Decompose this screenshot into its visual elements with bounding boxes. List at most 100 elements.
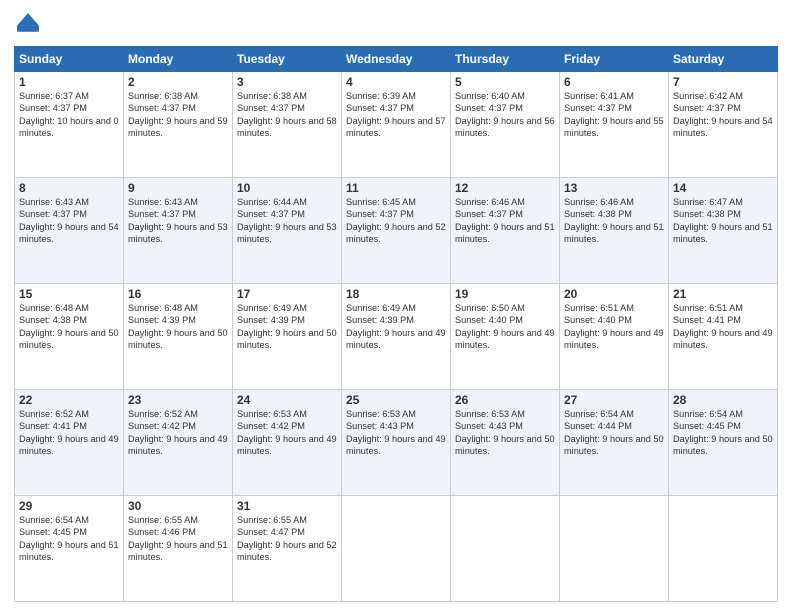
day-number: 17 [237, 287, 337, 301]
day-cell-28: 28 Sunrise: 6:54 AMSunset: 4:45 PMDaylig… [669, 390, 778, 496]
day-number: 24 [237, 393, 337, 407]
week-row-3: 15 Sunrise: 6:48 AMSunset: 4:38 PMDaylig… [15, 284, 778, 390]
day-info: Sunrise: 6:53 AMSunset: 4:42 PMDaylight:… [237, 409, 337, 456]
day-info: Sunrise: 6:54 AMSunset: 4:44 PMDaylight:… [564, 409, 664, 456]
day-number: 12 [455, 181, 555, 195]
day-number: 6 [564, 75, 664, 89]
day-info: Sunrise: 6:50 AMSunset: 4:40 PMDaylight:… [455, 303, 555, 350]
day-info: Sunrise: 6:48 AMSunset: 4:39 PMDaylight:… [128, 303, 228, 350]
empty-cell [342, 496, 451, 602]
day-number: 27 [564, 393, 664, 407]
day-info: Sunrise: 6:52 AMSunset: 4:42 PMDaylight:… [128, 409, 228, 456]
day-cell-5: 5 Sunrise: 6:40 AMSunset: 4:37 PMDayligh… [451, 72, 560, 178]
day-cell-13: 13 Sunrise: 6:46 AMSunset: 4:38 PMDaylig… [560, 178, 669, 284]
day-info: Sunrise: 6:54 AMSunset: 4:45 PMDaylight:… [19, 515, 119, 562]
day-info: Sunrise: 6:53 AMSunset: 4:43 PMDaylight:… [455, 409, 555, 456]
day-cell-30: 30 Sunrise: 6:55 AMSunset: 4:46 PMDaylig… [124, 496, 233, 602]
day-cell-12: 12 Sunrise: 6:46 AMSunset: 4:37 PMDaylig… [451, 178, 560, 284]
day-info: Sunrise: 6:44 AMSunset: 4:37 PMDaylight:… [237, 197, 337, 244]
logo [14, 10, 46, 38]
day-number: 4 [346, 75, 446, 89]
day-cell-19: 19 Sunrise: 6:50 AMSunset: 4:40 PMDaylig… [451, 284, 560, 390]
day-cell-23: 23 Sunrise: 6:52 AMSunset: 4:42 PMDaylig… [124, 390, 233, 496]
weekday-header-friday: Friday [560, 47, 669, 72]
day-info: Sunrise: 6:49 AMSunset: 4:39 PMDaylight:… [237, 303, 337, 350]
calendar-table: SundayMondayTuesdayWednesdayThursdayFrid… [14, 46, 778, 602]
day-info: Sunrise: 6:54 AMSunset: 4:45 PMDaylight:… [673, 409, 773, 456]
calendar-page: SundayMondayTuesdayWednesdayThursdayFrid… [0, 0, 792, 612]
day-number: 29 [19, 499, 119, 513]
weekday-header-row: SundayMondayTuesdayWednesdayThursdayFrid… [15, 47, 778, 72]
day-number: 8 [19, 181, 119, 195]
empty-cell [560, 496, 669, 602]
day-number: 14 [673, 181, 773, 195]
day-number: 5 [455, 75, 555, 89]
day-info: Sunrise: 6:55 AMSunset: 4:46 PMDaylight:… [128, 515, 228, 562]
weekday-header-monday: Monday [124, 47, 233, 72]
day-info: Sunrise: 6:40 AMSunset: 4:37 PMDaylight:… [455, 91, 555, 138]
day-number: 11 [346, 181, 446, 195]
day-number: 16 [128, 287, 228, 301]
weekday-header-tuesday: Tuesday [233, 47, 342, 72]
day-cell-20: 20 Sunrise: 6:51 AMSunset: 4:40 PMDaylig… [560, 284, 669, 390]
day-cell-26: 26 Sunrise: 6:53 AMSunset: 4:43 PMDaylig… [451, 390, 560, 496]
day-cell-8: 8 Sunrise: 6:43 AMSunset: 4:37 PMDayligh… [15, 178, 124, 284]
day-number: 23 [128, 393, 228, 407]
day-number: 28 [673, 393, 773, 407]
day-number: 21 [673, 287, 773, 301]
day-cell-22: 22 Sunrise: 6:52 AMSunset: 4:41 PMDaylig… [15, 390, 124, 496]
day-info: Sunrise: 6:46 AMSunset: 4:37 PMDaylight:… [455, 197, 555, 244]
empty-cell [451, 496, 560, 602]
day-info: Sunrise: 6:53 AMSunset: 4:43 PMDaylight:… [346, 409, 446, 456]
day-info: Sunrise: 6:51 AMSunset: 4:41 PMDaylight:… [673, 303, 773, 350]
day-cell-10: 10 Sunrise: 6:44 AMSunset: 4:37 PMDaylig… [233, 178, 342, 284]
day-cell-31: 31 Sunrise: 6:55 AMSunset: 4:47 PMDaylig… [233, 496, 342, 602]
day-info: Sunrise: 6:49 AMSunset: 4:39 PMDaylight:… [346, 303, 446, 350]
day-info: Sunrise: 6:38 AMSunset: 4:37 PMDaylight:… [237, 91, 337, 138]
day-cell-25: 25 Sunrise: 6:53 AMSunset: 4:43 PMDaylig… [342, 390, 451, 496]
week-row-1: 1 Sunrise: 6:37 AMSunset: 4:37 PMDayligh… [15, 72, 778, 178]
day-number: 26 [455, 393, 555, 407]
week-row-4: 22 Sunrise: 6:52 AMSunset: 4:41 PMDaylig… [15, 390, 778, 496]
day-cell-2: 2 Sunrise: 6:38 AMSunset: 4:37 PMDayligh… [124, 72, 233, 178]
day-cell-27: 27 Sunrise: 6:54 AMSunset: 4:44 PMDaylig… [560, 390, 669, 496]
day-number: 13 [564, 181, 664, 195]
day-cell-1: 1 Sunrise: 6:37 AMSunset: 4:37 PMDayligh… [15, 72, 124, 178]
day-info: Sunrise: 6:51 AMSunset: 4:40 PMDaylight:… [564, 303, 664, 350]
day-number: 2 [128, 75, 228, 89]
day-number: 19 [455, 287, 555, 301]
day-number: 15 [19, 287, 119, 301]
day-cell-24: 24 Sunrise: 6:53 AMSunset: 4:42 PMDaylig… [233, 390, 342, 496]
day-cell-7: 7 Sunrise: 6:42 AMSunset: 4:37 PMDayligh… [669, 72, 778, 178]
week-row-5: 29 Sunrise: 6:54 AMSunset: 4:45 PMDaylig… [15, 496, 778, 602]
day-cell-16: 16 Sunrise: 6:48 AMSunset: 4:39 PMDaylig… [124, 284, 233, 390]
day-number: 9 [128, 181, 228, 195]
empty-cell [669, 496, 778, 602]
day-info: Sunrise: 6:39 AMSunset: 4:37 PMDaylight:… [346, 91, 446, 138]
weekday-header-wednesday: Wednesday [342, 47, 451, 72]
day-info: Sunrise: 6:37 AMSunset: 4:37 PMDaylight:… [19, 91, 119, 138]
day-info: Sunrise: 6:45 AMSunset: 4:37 PMDaylight:… [346, 197, 446, 244]
day-info: Sunrise: 6:52 AMSunset: 4:41 PMDaylight:… [19, 409, 119, 456]
day-number: 18 [346, 287, 446, 301]
day-number: 20 [564, 287, 664, 301]
day-number: 31 [237, 499, 337, 513]
day-cell-14: 14 Sunrise: 6:47 AMSunset: 4:38 PMDaylig… [669, 178, 778, 284]
day-cell-4: 4 Sunrise: 6:39 AMSunset: 4:37 PMDayligh… [342, 72, 451, 178]
day-info: Sunrise: 6:43 AMSunset: 4:37 PMDaylight:… [128, 197, 228, 244]
day-number: 25 [346, 393, 446, 407]
logo-icon [14, 10, 42, 38]
weekday-header-thursday: Thursday [451, 47, 560, 72]
day-cell-15: 15 Sunrise: 6:48 AMSunset: 4:38 PMDaylig… [15, 284, 124, 390]
header [14, 10, 778, 38]
day-info: Sunrise: 6:47 AMSunset: 4:38 PMDaylight:… [673, 197, 773, 244]
day-info: Sunrise: 6:55 AMSunset: 4:47 PMDaylight:… [237, 515, 337, 562]
weekday-header-saturday: Saturday [669, 47, 778, 72]
day-info: Sunrise: 6:43 AMSunset: 4:37 PMDaylight:… [19, 197, 119, 244]
day-cell-11: 11 Sunrise: 6:45 AMSunset: 4:37 PMDaylig… [342, 178, 451, 284]
weekday-header-sunday: Sunday [15, 47, 124, 72]
day-info: Sunrise: 6:42 AMSunset: 4:37 PMDaylight:… [673, 91, 773, 138]
day-number: 30 [128, 499, 228, 513]
week-row-2: 8 Sunrise: 6:43 AMSunset: 4:37 PMDayligh… [15, 178, 778, 284]
day-cell-17: 17 Sunrise: 6:49 AMSunset: 4:39 PMDaylig… [233, 284, 342, 390]
